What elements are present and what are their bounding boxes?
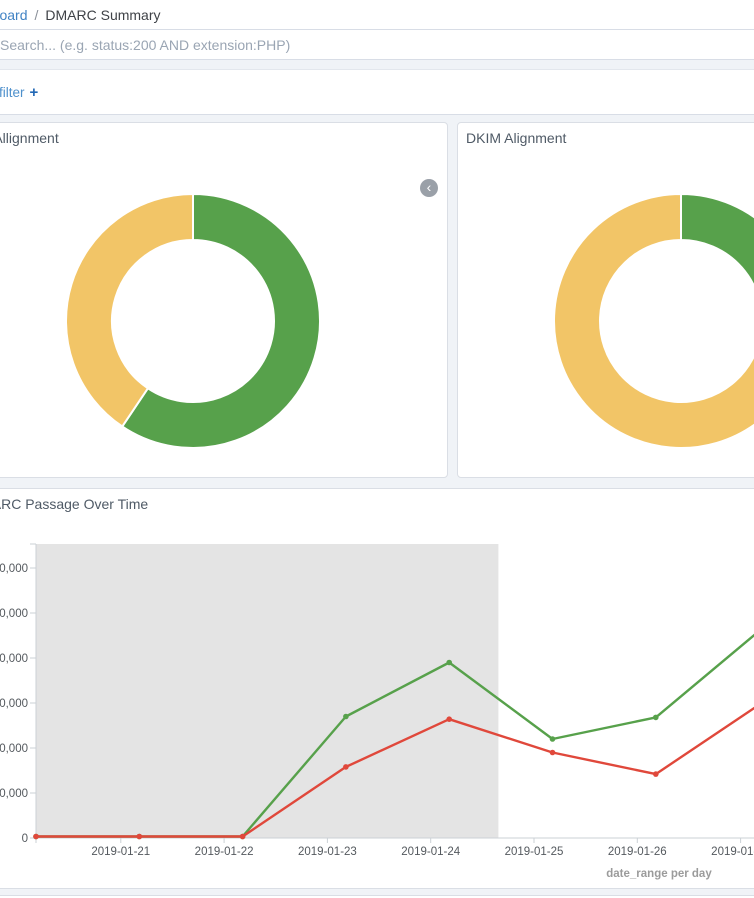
add-filter-button[interactable]: Add a filter + <box>0 84 38 101</box>
y-axis-tick-label: 250,000 <box>0 608 28 620</box>
y-axis-tick-label: 200,000 <box>0 653 28 665</box>
donut-slice[interactable] <box>66 194 193 426</box>
search-input[interactable] <box>0 30 754 59</box>
dashboard-stage: Dashboard / DMARC Summary Add a filter+ … <box>0 0 754 898</box>
series-point[interactable] <box>240 834 246 840</box>
spf-donut-chart[interactable] <box>53 181 333 461</box>
y-axis-tick-label: 100,000 <box>0 743 28 755</box>
series-point[interactable] <box>653 771 659 777</box>
y-axis-tick-label: 50,000 <box>0 788 28 800</box>
x-axis-tick-label: 2019-01-21 <box>91 846 150 858</box>
plus-icon: + <box>30 84 39 101</box>
y-axis-tick-label: 300,000 <box>0 563 28 575</box>
breadcrumb-link-dashboard[interactable]: Dashboard <box>0 7 28 23</box>
panel-title-dkim: DKIM Alignment <box>466 130 566 146</box>
panel-title-spf: SPF Allignment <box>0 130 59 146</box>
x-axis-title: date_range per day <box>606 868 712 880</box>
breadcrumb: Dashboard / DMARC Summary <box>0 0 754 30</box>
x-axis-tick-label: 2019-01-22 <box>195 846 254 858</box>
series-point[interactable] <box>33 834 39 840</box>
search-bar <box>0 30 754 60</box>
panel-spf-alignment: SPF Allignment ‹ <box>0 122 448 478</box>
series-point[interactable] <box>137 834 143 840</box>
series-point[interactable] <box>446 716 452 722</box>
series-point[interactable] <box>550 736 556 742</box>
x-axis-tick-label: 2019-01-24 <box>401 846 460 858</box>
series-point[interactable] <box>343 764 349 770</box>
panel-dmarc-passage: DMARC Passage Over Time 050,000100,00015… <box>0 488 754 889</box>
legend-toggle-button[interactable]: ‹ <box>420 179 438 197</box>
y-axis-tick-label: 0 <box>22 833 28 845</box>
filter-bar: Add a filter + <box>0 69 754 115</box>
x-axis-tick-label: 2019-01-27 <box>711 846 754 858</box>
series-point[interactable] <box>446 660 452 666</box>
breadcrumb-current: DMARC Summary <box>45 7 160 23</box>
series-point[interactable] <box>550 750 556 756</box>
dkim-donut-chart[interactable] <box>541 181 754 461</box>
dmarc-passage-line-chart[interactable]: 0 50,000 100,000 150,000 200,000 250,000 300,0… <box>0 489 754 890</box>
add-filter-label: Add a filter <box>0 85 25 100</box>
donut-slice[interactable] <box>681 194 754 337</box>
dashboard-viewport: Dashboard / DMARC Summary Add a filter+ … <box>0 0 754 898</box>
chevron-left-icon: ‹ <box>427 180 432 194</box>
x-axis-tick-label: 2019-01-23 <box>298 846 357 858</box>
brush-selection-overlay[interactable] <box>36 544 498 838</box>
series-point[interactable] <box>343 714 349 720</box>
breadcrumb-separator: / <box>35 7 39 23</box>
series-point[interactable] <box>653 715 659 721</box>
panel-dkim-alignment: DKIM Alignment <box>457 122 754 478</box>
x-axis-tick-label: 2019-01-25 <box>505 846 564 858</box>
x-axis-tick-label: 2019-01-26 <box>608 846 667 858</box>
y-axis-tick-label: 150,000 <box>0 698 28 710</box>
